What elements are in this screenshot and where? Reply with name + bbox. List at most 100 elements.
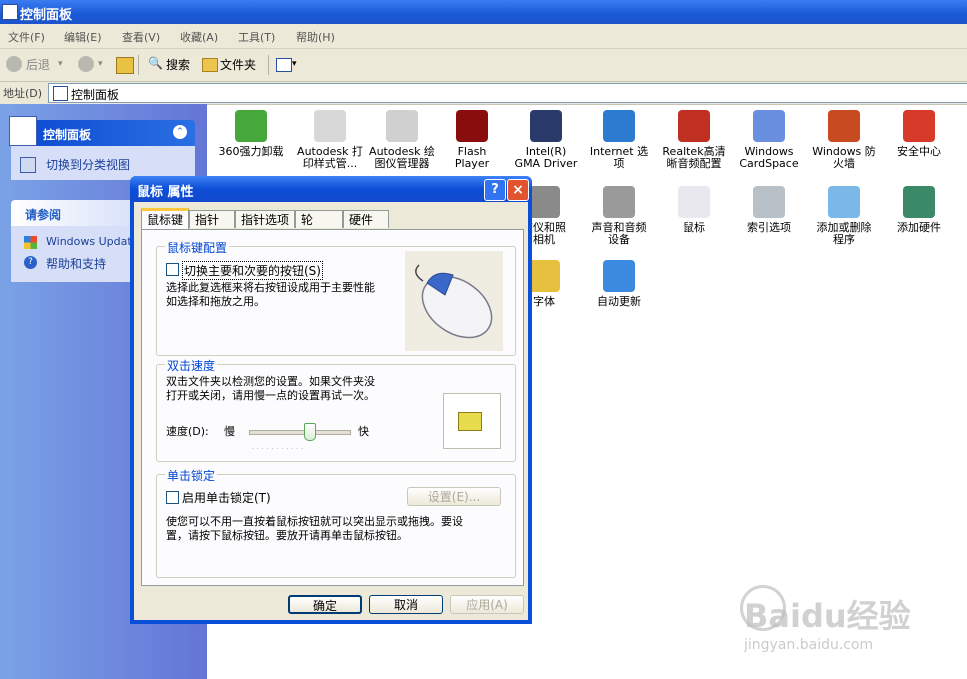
control-panel-item-label: Windows CardSpace bbox=[739, 145, 799, 170]
control-panel-item[interactable]: Autodesk 打 印样式管... bbox=[290, 110, 370, 170]
control-panel-item[interactable]: 安全中心 bbox=[879, 110, 959, 158]
hardware-icon bbox=[903, 186, 935, 218]
switch-buttons-checkbox[interactable] bbox=[166, 263, 179, 276]
button-config-title: 鼠标键配置 bbox=[165, 239, 230, 256]
folder-icon bbox=[202, 58, 218, 72]
index-icon bbox=[753, 186, 785, 218]
control-panel-body: 切换到分类视图 bbox=[11, 146, 195, 180]
cancel-button[interactable]: 取消 bbox=[369, 595, 443, 614]
shield-icon bbox=[903, 110, 935, 142]
menu-tools[interactable]: 工具(T) bbox=[238, 29, 275, 45]
camera-icon bbox=[528, 186, 560, 218]
speed-label: 速度(D): bbox=[166, 425, 209, 438]
collapse-icon[interactable]: ⌃ bbox=[173, 125, 187, 139]
menu-favorites[interactable]: 收藏(A) bbox=[180, 29, 218, 45]
control-panel-item[interactable]: 索引选项 bbox=[729, 186, 809, 234]
ok-button[interactable]: 确定 bbox=[288, 595, 362, 614]
folders-button[interactable]: 文件夹 bbox=[220, 56, 256, 73]
forward-dropdown-icon[interactable]: ▾ bbox=[98, 59, 103, 69]
control-panel-item[interactable]: Internet 选 项 bbox=[579, 110, 659, 170]
window-title-bar[interactable]: 控制面板 bbox=[0, 0, 967, 24]
control-panel-item[interactable]: 声音和音频 设备 bbox=[579, 186, 659, 246]
control-panel-item[interactable]: Autodesk 绘 图仪管理器 bbox=[362, 110, 442, 170]
control-panel-item[interactable]: 自动更新 bbox=[579, 260, 659, 308]
tab-pointers[interactable]: 指针 bbox=[189, 210, 235, 228]
windows-logo-icon bbox=[24, 236, 37, 249]
click-lock-title: 单击锁定 bbox=[165, 467, 218, 484]
click-lock-group: 单击锁定 启用单击锁定(T) 设置(E)... 使您可以不用一直按着鼠标按钮就可… bbox=[156, 467, 516, 578]
control-panel-item[interactable]: Windows CardSpace bbox=[729, 110, 809, 170]
menu-edit[interactable]: 编辑(E) bbox=[64, 29, 102, 45]
control-panel-item-label: Internet 选 项 bbox=[589, 145, 649, 170]
sound-icon bbox=[603, 186, 635, 218]
switch-buttons-label[interactable]: 切换主要和次要的按钮(S) bbox=[182, 261, 323, 280]
click-lock-label[interactable]: 启用单击锁定(T) bbox=[182, 489, 271, 506]
control-panel-item[interactable]: Windows 防 火墙 bbox=[804, 110, 884, 170]
help-support-link[interactable]: 帮助和支持 bbox=[46, 255, 106, 272]
apply-button[interactable]: 应用(A) bbox=[450, 595, 524, 614]
views-dropdown-icon[interactable]: ▾ bbox=[292, 59, 297, 69]
flash-icon bbox=[456, 110, 488, 142]
help-icon: ? bbox=[24, 256, 37, 269]
control-panel-item-label: 自动更新 bbox=[597, 295, 641, 308]
baidu-watermark: Baidu经验 jingyan.baidu.com bbox=[740, 585, 940, 665]
click-lock-checkbox[interactable] bbox=[166, 491, 179, 504]
control-panel-item-label: Autodesk 打 印样式管... bbox=[297, 145, 363, 170]
forward-button[interactable] bbox=[78, 56, 94, 72]
close-button[interactable]: × bbox=[507, 179, 529, 201]
windows-update-link[interactable]: Windows Update bbox=[46, 235, 138, 248]
control-panel-item[interactable]: Flash Player bbox=[432, 110, 512, 170]
control-panel-item[interactable]: Intel(R) GMA Driver bbox=[506, 110, 586, 170]
toolbar-separator bbox=[138, 55, 139, 75]
control-panel-item-label: Realtek高清 晰音频配置 bbox=[662, 145, 726, 170]
switch-view-icon bbox=[20, 157, 36, 173]
control-panel-header[interactable]: 控制面板 ⌃ bbox=[9, 116, 195, 146]
back-button[interactable]: 后退 bbox=[26, 56, 50, 73]
button-config-group: 鼠标键配置 切换主要和次要的按钮(S) 选择此复选框来将右按钮设成用于主要性能 … bbox=[156, 239, 516, 356]
address-value: 控制面板 bbox=[71, 88, 120, 102]
test-folder-area[interactable] bbox=[443, 393, 501, 449]
tab-wheel[interactable]: 轮 bbox=[295, 210, 343, 228]
click-lock-settings-button[interactable]: 设置(E)... bbox=[407, 487, 501, 506]
menu-file[interactable]: 文件(F) bbox=[8, 29, 45, 45]
tab-buttons[interactable]: 鼠标键 bbox=[141, 208, 189, 229]
fast-label: 快 bbox=[358, 425, 369, 438]
control-panel-item[interactable]: Realtek高清 晰音频配置 bbox=[654, 110, 734, 170]
panel-title: 控制面板 bbox=[43, 128, 92, 142]
search-icon: 🔍 bbox=[148, 56, 163, 70]
back-dropdown-icon[interactable]: ▾ bbox=[58, 59, 63, 69]
mouse-properties-dialog: 鼠标 属性 ? × 鼠标键 指针 指针选项 轮 硬件 鼠标键配置 切换主要和次要… bbox=[130, 176, 532, 624]
watermark-url: jingyan.baidu.com bbox=[744, 637, 874, 653]
address-input[interactable]: 控制面板 bbox=[48, 83, 967, 103]
speed-slider-thumb[interactable] bbox=[304, 423, 316, 441]
double-click-description: 双击文件夹以检测您的设置。如果文件夹没 打开或关闭，请用慢一点的设置再试一次。 bbox=[166, 375, 375, 402]
test-folder-icon[interactable] bbox=[458, 412, 482, 431]
menu-view[interactable]: 查看(V) bbox=[122, 29, 160, 45]
mouse-icon bbox=[678, 186, 710, 218]
tab-pointer-options[interactable]: 指针选项 bbox=[235, 210, 295, 228]
control-panel-icon bbox=[53, 86, 68, 101]
up-folder-button[interactable] bbox=[116, 57, 134, 74]
search-button[interactable]: 搜索 bbox=[166, 56, 190, 73]
speed-slider-track[interactable] bbox=[249, 430, 351, 435]
views-button[interactable] bbox=[276, 58, 292, 72]
menu-help[interactable]: 帮助(H) bbox=[296, 29, 335, 45]
slider-ticks: ··········· bbox=[252, 446, 306, 453]
control-panel-item[interactable]: 鼠标 bbox=[654, 186, 734, 234]
addremove-icon bbox=[828, 186, 860, 218]
address-bar: 地址(D) 控制面板 bbox=[0, 82, 967, 105]
plotter-icon bbox=[386, 110, 418, 142]
globe-icon bbox=[603, 110, 635, 142]
control-panel-item[interactable]: 360强力卸载 bbox=[211, 110, 291, 158]
watermark-brand: Baidu经验 bbox=[744, 597, 911, 635]
control-panel-item-label: 安全中心 bbox=[897, 145, 941, 158]
tab-hardware[interactable]: 硬件 bbox=[343, 210, 389, 228]
switch-view-link[interactable]: 切换到分类视图 bbox=[46, 156, 130, 173]
windows-update-icon bbox=[603, 260, 635, 292]
dialog-title-bar[interactable]: 鼠标 属性 ? × bbox=[130, 176, 532, 202]
help-button[interactable]: ? bbox=[484, 179, 506, 201]
control-panel-item[interactable]: 添加或删除 程序 bbox=[804, 186, 884, 246]
control-panel-item[interactable]: 添加硬件 bbox=[879, 186, 959, 234]
control-panel-item-label: 360强力卸载 bbox=[218, 145, 284, 158]
control-panel-item-label: 添加或删除 程序 bbox=[816, 221, 872, 246]
